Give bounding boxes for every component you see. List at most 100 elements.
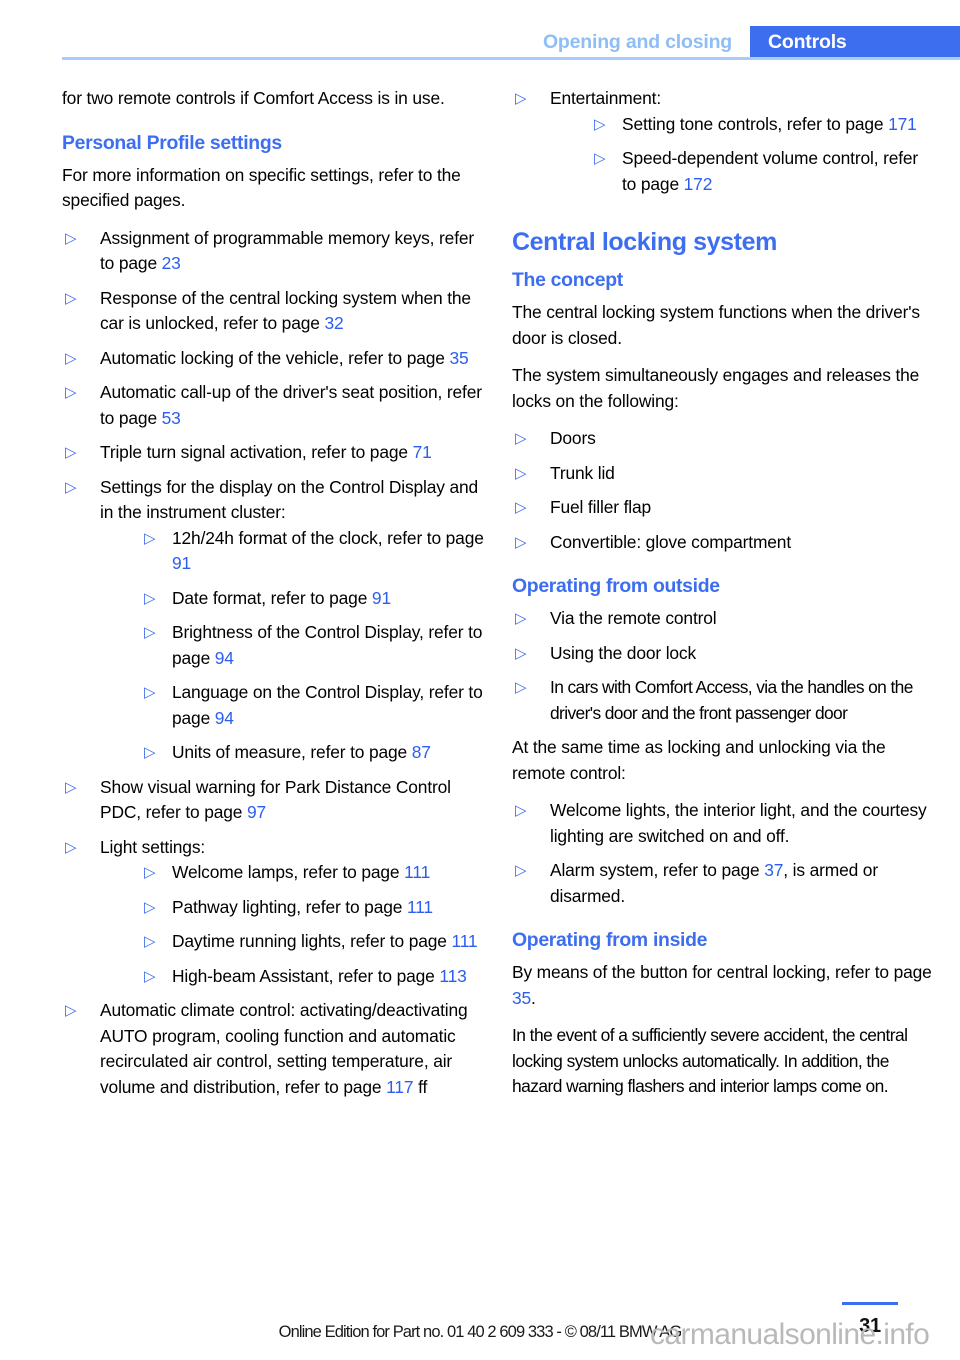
outside-effects-list: ▷ Welcome lights, the interior light, and… (512, 798, 934, 909)
list-item-text: Entertainment: (550, 88, 661, 108)
inside-paragraph-1-suffix: . (531, 987, 536, 1008)
bullet-triangle-icon: ▷ (515, 644, 527, 662)
list-item: ▷ Brightness of the Control Display, refe… (138, 620, 484, 671)
left-column: for two remote controls if Comfort Acces… (62, 86, 484, 1109)
list-item-light-settings: ▷ Light settings: ▷ Welcome lamps, refer t… (62, 835, 484, 990)
list-item: ▷ Welcome lights, the interior light, and… (512, 798, 934, 849)
page-reference-link[interactable]: 113 (439, 966, 466, 986)
page-reference-link[interactable]: 111 (407, 897, 433, 917)
list-item-text: Automatic locking of the vehicle, refer … (100, 347, 450, 368)
inside-paragraph-1-text: By means of the button for central locki… (512, 962, 932, 982)
list-item: ▷ Date format, refer to page 91 (138, 586, 484, 612)
list-item-text: Date format, refer to page (172, 587, 372, 608)
list-item-text: Doors (550, 428, 596, 448)
list-item-text: Welcome lamps, refer to page (172, 862, 405, 882)
concept-paragraph-1: The central locking system functions whe… (512, 302, 920, 348)
entertainment-sublist: ▷ Setting tone controls, refer to page 17… (588, 112, 934, 198)
list-item: ▷ Triple turn signal activation, refer to… (62, 440, 484, 466)
inside-paragraph-2: In the event of a sufficiently severe ac… (512, 1025, 908, 1096)
list-item: ▷ Automatic locking of the vehicle, refer… (62, 346, 484, 372)
header-chapter-label: Opening and closing (542, 31, 732, 53)
list-item-text: Settings for the display on the Control … (100, 476, 479, 523)
bullet-triangle-icon: ▷ (65, 1002, 77, 1019)
operating-outside-list: ▷ Via the remote control ▷ Using the door … (512, 606, 934, 726)
bullet-triangle-icon: ▷ (65, 478, 77, 496)
display-settings-sublist: ▷ 12h/24h format of the clock, refer to p… (138, 526, 484, 766)
list-item-display-settings: ▷ Settings for the display on the Control… (62, 475, 484, 766)
list-item: ▷ Fuel filler flap (512, 495, 934, 521)
page-reference-link[interactable]: 117 (386, 1077, 413, 1097)
list-item: ▷ Trunk lid (512, 461, 934, 487)
page-reference-link[interactable]: 71 (413, 442, 432, 462)
page-reference-link[interactable]: 171 (888, 114, 917, 134)
list-item-text-suffix: ff (413, 1076, 428, 1097)
list-item-text: In cars with Comfort Access, via the han… (550, 677, 913, 723)
page-reference-link[interactable]: 91 (172, 553, 191, 573)
inside-paragraph-1: By means of the button for central locki… (512, 960, 934, 1011)
page-reference-link[interactable]: 91 (372, 588, 391, 608)
page-reference-link[interactable]: 53 (162, 408, 181, 428)
bullet-triangle-icon: ▷ (515, 533, 527, 551)
list-item: ▷ Alarm system, refer to page 37, is arme… (512, 858, 934, 909)
light-settings-sublist: ▷ Welcome lamps, refer to page 111 ▷ Pathw… (138, 860, 484, 989)
page-reference-link[interactable]: 97 (247, 802, 266, 822)
list-item: ▷ Setting tone controls, refer to page 17… (588, 112, 934, 138)
bullet-triangle-icon: ▷ (65, 778, 77, 796)
bullet-triangle-icon: ▷ (144, 967, 156, 985)
list-item-text: 12h/24h format of the clock, refer to pa… (172, 527, 484, 548)
bullet-triangle-icon: ▷ (594, 115, 606, 133)
list-item: ▷ Convertible: glove compartment (512, 530, 934, 556)
list-item: ▷ Automatic call-up of the driver's seat … (62, 380, 484, 431)
page-header: Opening and closing Controls (0, 0, 960, 62)
bullet-triangle-icon: ▷ (144, 684, 156, 701)
bullet-triangle-icon: ▷ (515, 464, 527, 482)
bullet-triangle-icon: ▷ (515, 430, 527, 447)
personal-profile-intro: For more information on specific setting… (62, 164, 461, 211)
list-item-text: Units of measure, refer to page (172, 742, 412, 762)
list-item: ▷ Using the door lock (512, 641, 934, 667)
list-item-entertainment: ▷ Entertainment: ▷ Setting tone controls, … (512, 86, 934, 197)
footer-edition-notice: Online Edition for Part no. 01 40 2 609 … (278, 1323, 683, 1341)
list-item-pdc: ▷ Show visual warning for Park Distance C… (62, 775, 484, 826)
list-item: ▷ High-beam Assistant, refer to page 113 (138, 964, 484, 990)
bullet-triangle-icon: ▷ (144, 589, 156, 607)
page-reference-link[interactable]: 94 (215, 708, 234, 728)
list-item: ▷ Assignment of programmable memory keys,… (62, 226, 484, 277)
bullet-triangle-icon: ▷ (515, 679, 527, 696)
page-reference-link[interactable]: 23 (162, 253, 181, 273)
page-reference-link[interactable]: 111 (404, 862, 430, 882)
list-item: ▷ Welcome lamps, refer to page 111 (138, 860, 484, 886)
page-reference-link[interactable]: 32 (324, 313, 343, 333)
list-item-text: Convertible: glove compartment (550, 531, 792, 552)
list-item: ▷ In cars with Comfort Access, via the ha… (512, 675, 934, 726)
bullet-triangle-icon: ▷ (515, 802, 527, 819)
page-reference-link[interactable]: 35 (450, 348, 469, 368)
list-item-text: Fuel filler flap (550, 497, 652, 517)
page-footer: Online Edition for Part no. 01 40 2 609 … (0, 1274, 960, 1360)
list-item: ▷ Pathway lighting, refer to page 111 (138, 895, 484, 921)
page-reference-link[interactable]: 37 (764, 860, 783, 880)
list-item-text: Automatic call-up of the driver's seat p… (100, 382, 482, 428)
bullet-triangle-icon: ▷ (515, 862, 527, 879)
bullet-triangle-icon: ▷ (65, 229, 77, 247)
bullet-triangle-icon: ▷ (144, 744, 156, 761)
list-item-text: Speed-dependent volume control, refer to… (622, 148, 919, 194)
list-item-text: Show visual warning for Park Distance Co… (100, 776, 451, 823)
page-reference-link[interactable]: 111 (451, 931, 477, 951)
list-item: ▷ Response of the central locking system … (62, 286, 484, 337)
concept-paragraph-2: The system simultaneously engages and re… (512, 365, 920, 411)
page-reference-link[interactable]: 87 (412, 742, 431, 762)
header-section-tab: Controls (750, 26, 960, 59)
list-item-text: Using the door lock (550, 642, 697, 663)
page-reference-link[interactable]: 35 (512, 988, 531, 1008)
bullet-triangle-icon: ▷ (65, 289, 77, 307)
list-item: ▷ Units of measure, refer to page 87 (138, 740, 484, 766)
page-number: 31 (859, 1315, 881, 1337)
header-breadcrumb-tabs: Opening and closing Controls (543, 26, 960, 59)
bullet-triangle-icon: ▷ (144, 529, 156, 547)
page-reference-link[interactable]: 172 (684, 174, 713, 194)
list-item-text: Trunk lid (550, 462, 615, 483)
bullet-triangle-icon: ▷ (144, 864, 156, 881)
intro-paragraph: for two remote controls if Comfort Acces… (62, 88, 445, 108)
page-reference-link[interactable]: 94 (215, 648, 234, 668)
